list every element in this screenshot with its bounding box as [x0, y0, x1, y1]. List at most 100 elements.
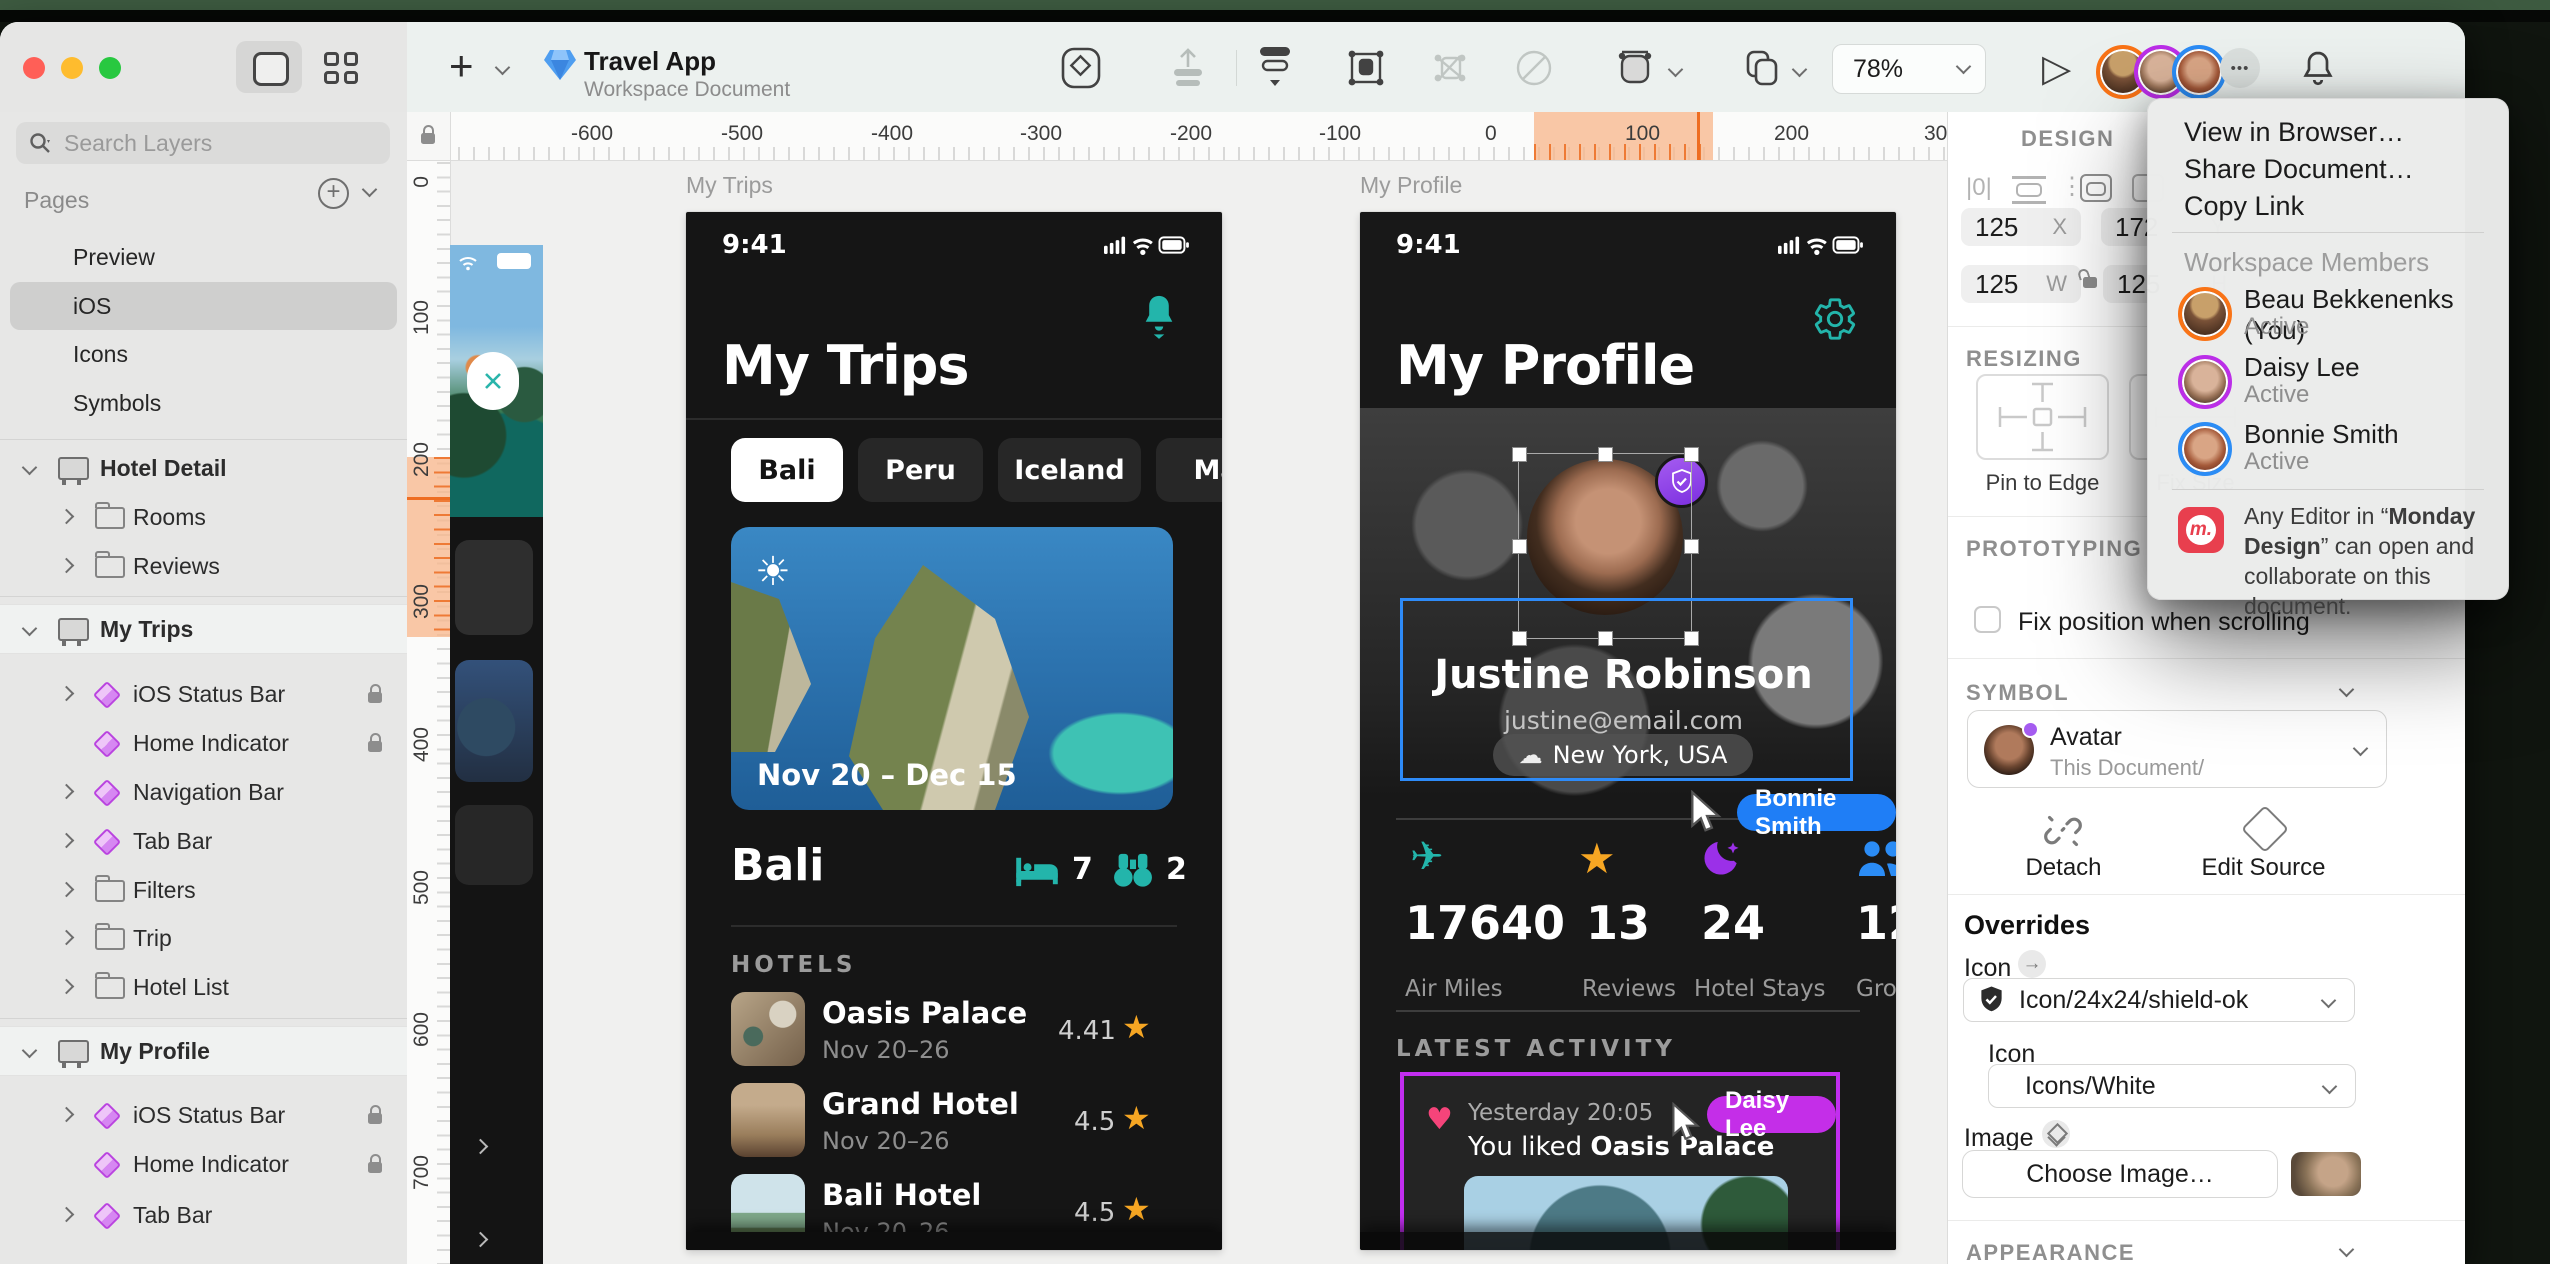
selection-handle[interactable] — [1512, 447, 1527, 462]
expand-chevron-icon[interactable] — [59, 1207, 75, 1223]
grid-view-button[interactable] — [324, 52, 358, 84]
lock-icon[interactable] — [368, 1162, 382, 1173]
lock-icon[interactable] — [368, 741, 382, 752]
layer-hotel-list[interactable]: Hotel List — [0, 963, 407, 1011]
pin-to-edge-option[interactable] — [1976, 374, 2109, 460]
expand-chevron-icon[interactable] — [59, 784, 75, 800]
artboard-label-my-trips[interactable]: My Trips — [686, 172, 773, 199]
chip-peru[interactable]: Peru — [858, 438, 983, 502]
insert-plus-button[interactable]: + — [449, 42, 474, 90]
selection-handle[interactable] — [1512, 539, 1527, 554]
choose-image-button[interactable]: Choose Image… — [1962, 1150, 2278, 1198]
jump-arrow-icon[interactable]: → — [2018, 950, 2046, 978]
activity-card[interactable]: ♥ Yesterday 20:05 You liked Oasis Palace… — [1400, 1072, 1840, 1250]
expand-chevron-icon[interactable] — [59, 882, 75, 898]
aspect-lock-icon[interactable] — [2083, 277, 2097, 288]
search-input[interactable] — [62, 129, 366, 158]
symbol-instance-card[interactable]: Avatar This Document/ — [1967, 710, 2387, 788]
publish-button[interactable] — [1168, 48, 1208, 88]
expand-chevron-icon[interactable] — [59, 509, 75, 525]
insert-chevron-icon[interactable] — [495, 60, 511, 76]
expand-chevron-icon[interactable] — [59, 686, 75, 702]
layer-home-indicator[interactable]: Home Indicator — [0, 719, 407, 767]
layer-my-trips[interactable]: My Trips — [0, 604, 407, 654]
carousel-next-icon[interactable] — [473, 1232, 489, 1248]
menu-item-copy-link[interactable]: Copy Link — [2184, 191, 2304, 222]
minimize-window-button[interactable] — [61, 57, 83, 79]
detach-icon[interactable] — [2044, 812, 2082, 850]
ungroup-selection-button[interactable] — [1428, 48, 1472, 88]
create-symbol-button[interactable] — [1060, 48, 1102, 88]
layer-filters[interactable]: Filters — [0, 866, 407, 914]
expand-chevron-icon[interactable] — [59, 1107, 75, 1123]
sidebar-page-preview[interactable]: Preview — [0, 233, 407, 281]
bell-icon[interactable] — [1138, 292, 1180, 340]
settings-gear-icon[interactable] — [1812, 296, 1858, 342]
expand-chevron-icon[interactable] — [59, 558, 75, 574]
search-layers-field[interactable] — [16, 122, 390, 164]
sidebar-page-icons[interactable]: Icons — [0, 330, 407, 378]
avatar-bonnie[interactable] — [2172, 45, 2226, 99]
layer-home-indicator-2[interactable]: Home Indicator — [0, 1140, 407, 1188]
notifications-bell-icon[interactable] — [2300, 48, 2336, 88]
selection-handle[interactable] — [1598, 447, 1613, 462]
expand-chevron-icon[interactable] — [22, 621, 38, 637]
canvas-view-toggle[interactable] — [236, 41, 302, 93]
zoom-control[interactable]: 78% — [1832, 44, 1986, 94]
tidy-distribute-button[interactable] — [1254, 48, 1296, 88]
artboard-my-profile[interactable]: 9:41 My Profile — [1360, 212, 1896, 1250]
width-field[interactable]: 125W — [1961, 265, 2081, 303]
pages-collapse-chevron-icon[interactable] — [362, 182, 378, 198]
lock-icon[interactable] — [368, 1113, 382, 1124]
appearance-collapse-chevron-icon[interactable] — [2339, 1242, 2355, 1258]
expand-chevron-icon[interactable] — [22, 1043, 38, 1059]
layer-ios-status-bar[interactable]: iOS Status Bar — [0, 670, 407, 718]
layer-tab-bar-2[interactable]: Tab Bar — [0, 1191, 407, 1239]
copy-style-chevron-icon[interactable] — [1792, 62, 1808, 78]
add-page-button[interactable]: + — [318, 178, 349, 209]
hotel-row[interactable]: Oasis Palace Nov 20–26 4.41 ★ — [686, 992, 1222, 1072]
insert-shape-chevron-icon[interactable] — [1668, 62, 1684, 78]
nested-icon-dropdown[interactable]: Icons/White — [1988, 1064, 2356, 1108]
trip-photo-card[interactable]: ☀ Nov 20 – Dec 15 — [731, 527, 1173, 810]
edit-source-button[interactable]: Edit Source — [2176, 854, 2351, 882]
chip-bali[interactable]: Bali — [731, 438, 843, 502]
ruler-lock-icon[interactable] — [421, 133, 435, 144]
align-distribute-h-icon[interactable]: |0| — [1966, 174, 1992, 202]
layer-navigation-bar[interactable]: Navigation Bar — [0, 768, 407, 816]
carousel-next-icon[interactable] — [473, 1139, 489, 1155]
layer-my-profile[interactable]: My Profile — [0, 1026, 407, 1076]
rotate-button[interactable] — [1512, 48, 1556, 88]
expand-chevron-icon[interactable] — [59, 930, 75, 946]
layer-trip[interactable]: Trip — [0, 914, 407, 962]
artboard-label-my-profile[interactable]: My Profile — [1360, 172, 1462, 199]
image-override-thumb[interactable] — [2291, 1152, 2361, 1196]
align-left-icon[interactable] — [2080, 174, 2112, 202]
icon-override-dropdown[interactable]: Icon/24x24/shield-ok — [1963, 978, 2355, 1022]
symbol-collapse-chevron-icon[interactable] — [2339, 682, 2355, 698]
chip-clipped[interactable]: Ma — [1156, 438, 1222, 502]
zoom-window-button[interactable] — [99, 57, 121, 79]
fix-position-checkbox[interactable] — [1974, 606, 2001, 633]
preview-play-button[interactable]: ▷ — [2042, 46, 2071, 91]
copy-style-button[interactable] — [1740, 48, 1784, 88]
expand-chevron-icon[interactable] — [59, 833, 75, 849]
selection-handle[interactable] — [1684, 539, 1699, 554]
edit-source-icon[interactable] — [2241, 805, 2289, 853]
layer-ios-status-bar-2[interactable]: iOS Status Bar — [0, 1091, 407, 1139]
tab-design[interactable]: DESIGN — [2021, 126, 2114, 152]
lock-icon[interactable] — [368, 692, 382, 703]
sidebar-page-symbols[interactable]: Symbols — [0, 379, 407, 427]
align-distribute-v-icon[interactable] — [2012, 176, 2046, 202]
expand-chevron-icon[interactable] — [22, 460, 38, 476]
layer-rooms[interactable]: Rooms — [0, 493, 407, 541]
artboard-partial[interactable] — [450, 245, 543, 1264]
layer-hotel-detail[interactable]: Hotel Detail — [0, 444, 407, 492]
hotel-row[interactable]: Grand Hotel Nov 20–26 4.5 ★ — [686, 1083, 1222, 1163]
insert-shape-button[interactable] — [1614, 48, 1664, 88]
collaborators-more-button[interactable]: ••• — [2220, 48, 2260, 88]
expand-chevron-icon[interactable] — [59, 979, 75, 995]
canvas[interactable]: -600 -500 -400 -300 -200 -100 0 100 200 … — [407, 112, 1947, 1264]
artboard-my-trips[interactable]: 9:41 My Trips Bali Peru Iceland Ma ☀ Nov… — [686, 212, 1222, 1250]
detach-button[interactable]: Detach — [1976, 854, 2151, 882]
